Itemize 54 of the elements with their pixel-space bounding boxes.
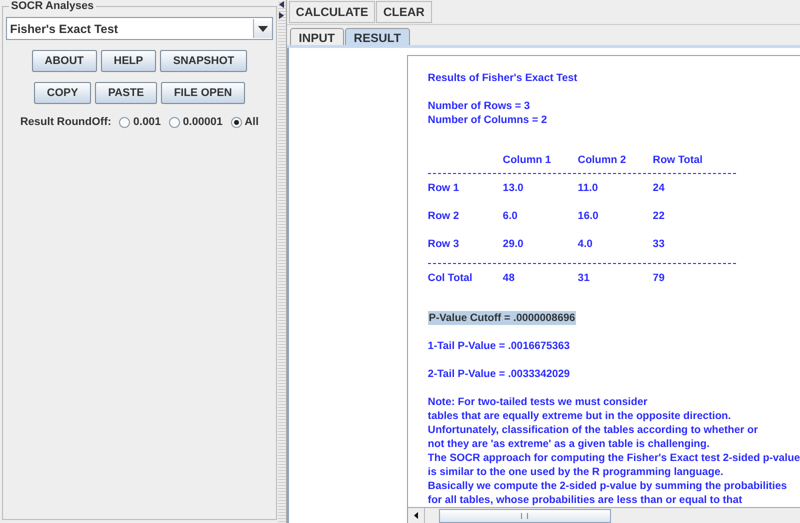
collapse-arrows-icon [279, 1, 284, 19]
table-cell-text: Row 1 [428, 181, 460, 195]
note-line: Note: For two-tailed tests we must consider [428, 395, 648, 409]
table-cell-text: 24 [652, 181, 666, 195]
p-value-text: 2-Tail P-Value = .0033342029 [428, 367, 571, 381]
panel-button[interactable]: FILE OPEN [160, 82, 245, 104]
table-cell-text: 4.0 [578, 237, 594, 251]
table-cell-text: 33 [652, 237, 666, 251]
panel-button[interactable]: PASTE [95, 82, 157, 104]
scrollbar-thumb[interactable] [438, 509, 611, 523]
tab[interactable]: RESULT [344, 28, 410, 45]
panel-button[interactable]: ABOUT [32, 50, 97, 72]
result-info: Number of Rows = 3 [428, 99, 531, 113]
column-header: Column 2 [578, 153, 628, 167]
panel-title: SOCR Analyses [9, 0, 96, 12]
total-cell-text: 31 [578, 271, 591, 285]
column-header: Column 1 [502, 153, 552, 167]
p-value-text: 1-Tail P-Value = .0016675363 [428, 339, 571, 353]
roundoff-option[interactable]: 0.001 [119, 116, 161, 128]
note-line: Basically we compute the 2-sided p-value by summing the probabilities [428, 479, 788, 493]
toolbar-button[interactable]: CLEAR [376, 1, 432, 23]
panel-button[interactable]: HELP [100, 50, 156, 72]
horizontal-scrollbar[interactable] [408, 507, 800, 523]
note-line: tables that are equally extreme but in the opposite direction. [428, 409, 732, 423]
note-line: Unfortunately, classification of the tables according to whether or [428, 423, 759, 437]
table-cell-text: 16.0 [578, 209, 600, 223]
table-cell-text: Row 3 [428, 237, 460, 251]
result-title: Results of Fisher's Exact Test [428, 71, 578, 85]
note-line: The SOCR approach for computing the Fisher's Exact test 2-sided p-value [428, 451, 800, 465]
tab[interactable]: INPUT [290, 28, 344, 45]
table-cell-text: 29.0 [502, 237, 524, 251]
total-cell-text: 48 [502, 271, 516, 285]
table-cell-text: 11.0 [578, 181, 599, 195]
table-cell-text: Row 2 [428, 209, 460, 223]
total-cell-text: Col Total [428, 271, 474, 285]
panel-button[interactable]: COPY [34, 82, 92, 104]
roundoff-option[interactable]: 0.00001 [168, 116, 223, 128]
dropdown-arrow-icon [258, 26, 268, 32]
note-line: not they are 'as extreme' as a given table is challenging. [428, 437, 711, 451]
note-line: for all tables, whose probabilities are less than or equal to that [428, 493, 744, 507]
scroll-left-icon [414, 512, 418, 519]
roundoff-option[interactable]: All [230, 116, 259, 128]
analysis-dropdown[interactable]: Fisher's Exact Test [6, 17, 273, 40]
toolbar-button[interactable]: CALCULATE [288, 1, 376, 23]
roundoff-label: Result RoundOff: [20, 116, 112, 128]
panel-button[interactable]: SNAPSHOT [160, 50, 248, 72]
column-header: Row Total [652, 153, 704, 167]
cutoff-text: P-Value Cutoff = .0000008696 [428, 311, 576, 325]
table-cell-text: 22 [652, 209, 666, 223]
note-line: is similar to the one used by the R programming language. [428, 465, 724, 479]
table-cell-text: 6.0 [502, 209, 519, 223]
table-cell-text: 13.0 [502, 181, 524, 195]
result-info: Number of Columns = 2 [428, 113, 548, 127]
total-cell-text: 79 [652, 271, 666, 285]
